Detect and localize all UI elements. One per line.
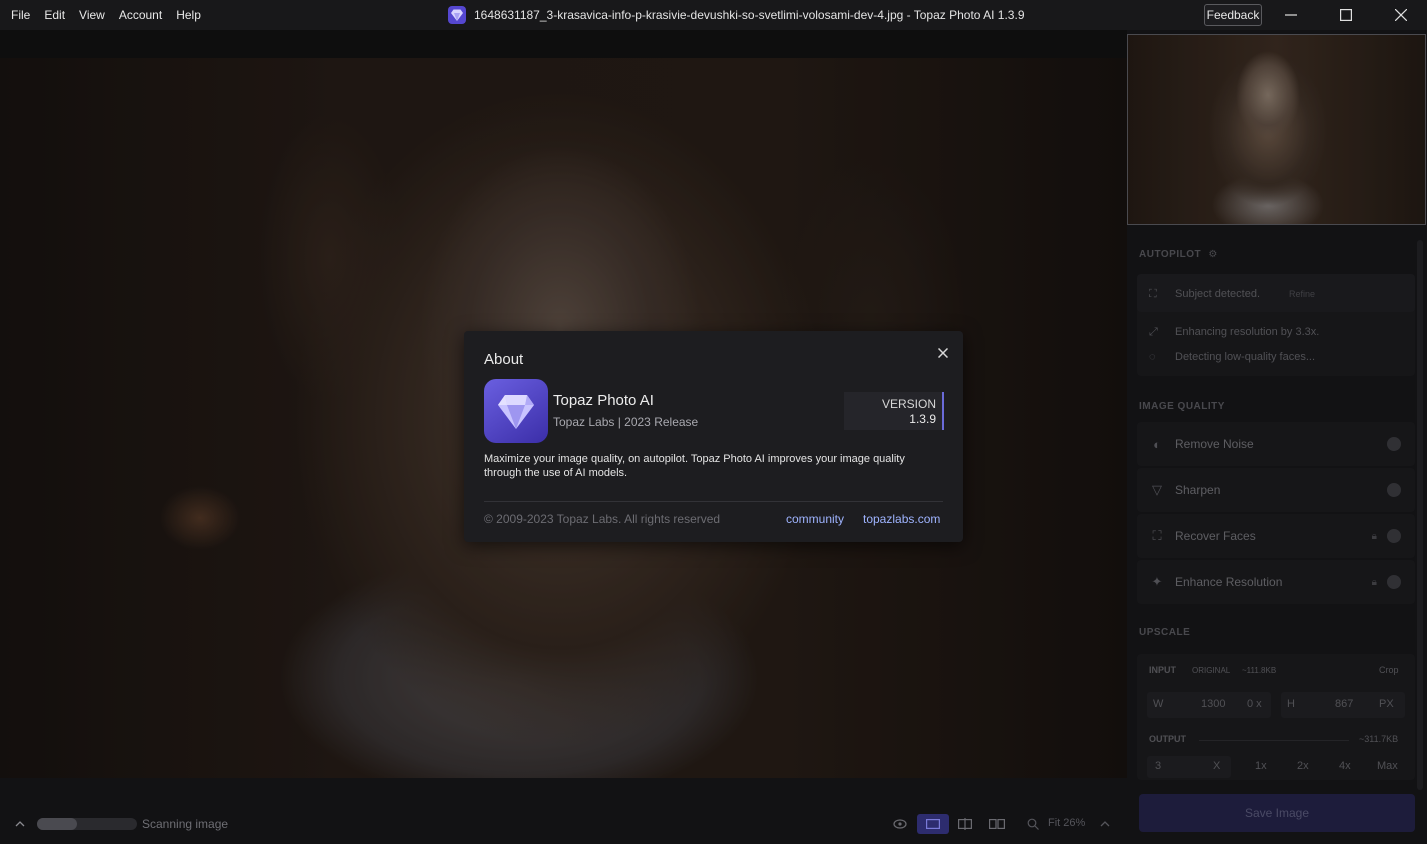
enhance-resolution-toggle[interactable] xyxy=(1387,575,1401,589)
topaz-app-icon xyxy=(484,379,548,443)
lock-icon: 🔒︎ xyxy=(1371,530,1377,542)
scale-label: 0 x xyxy=(1247,698,1262,710)
split-view-icon[interactable] xyxy=(953,814,977,834)
menu-account[interactable]: Account xyxy=(112,0,169,30)
filter-sharpen[interactable]: ▽ Sharpen xyxy=(1137,468,1415,512)
image-quality-title: IMAGE QUALITY xyxy=(1139,401,1225,412)
output-label: OUTPUT xyxy=(1149,734,1186,744)
upscale-title: UPSCALE xyxy=(1139,627,1191,638)
community-link[interactable]: community xyxy=(786,512,844,526)
input-size: ~111.8KB xyxy=(1242,666,1277,675)
app-description: Maximize your image quality, on autopilo… xyxy=(484,453,905,479)
filter-label: Remove Noise xyxy=(1175,437,1254,451)
dialog-title: About xyxy=(484,351,524,368)
upscale-card: INPUT ORIGINAL ~111.8KB Crop W 1300 0 x … xyxy=(1137,654,1415,780)
filter-recover-faces[interactable]: ⛶ Recover Faces 🔒︎ xyxy=(1137,514,1415,558)
about-dialog: About Topaz Photo AI Topaz Labs | 2023 R… xyxy=(464,331,963,542)
menu-edit[interactable]: Edit xyxy=(37,0,72,30)
topaz-photo-ai-window: File Edit View Account Help 1648631187_3… xyxy=(0,0,1427,844)
zoom-icon[interactable] xyxy=(1021,814,1045,834)
maximize-icon xyxy=(1340,9,1352,21)
sharpen-icon: ▽ xyxy=(1152,482,1162,497)
menu-help[interactable]: Help xyxy=(169,0,208,30)
gear-icon[interactable]: ⚙ xyxy=(1208,249,1217,260)
single-view-icon[interactable] xyxy=(917,814,949,834)
width-field[interactable]: W 1300 0 x xyxy=(1147,692,1271,718)
preview-eye-icon[interactable] xyxy=(888,814,912,834)
filter-label: Enhance Resolution xyxy=(1175,575,1283,589)
dialog-close-button[interactable] xyxy=(934,344,952,362)
autopilot-title: AUTOPILOT ⚙ xyxy=(1139,249,1218,260)
scan-progress-fill xyxy=(37,818,77,830)
filter-label: Recover Faces xyxy=(1175,529,1256,543)
copyright-text: © 2009-2023 Topaz Labs. All rights reser… xyxy=(484,512,721,526)
maximize-button[interactable] xyxy=(1323,0,1369,30)
divider xyxy=(484,501,943,502)
menu-file[interactable]: File xyxy=(4,0,37,30)
scale-1x[interactable]: 1x xyxy=(1255,760,1267,772)
crop-button[interactable]: Crop xyxy=(1379,665,1399,675)
minimize-button[interactable] xyxy=(1268,0,1314,30)
topazlabs-link[interactable]: topazlabs.com xyxy=(863,512,940,526)
app-subtitle: Topaz Labs | 2023 Release xyxy=(553,415,699,429)
autopilot-card: ⛶ Subject detected. Refine ⤢ Enhancing r… xyxy=(1137,274,1415,376)
remove-noise-icon: ◐ xyxy=(1153,436,1161,452)
version-label: VERSION xyxy=(881,397,936,411)
version-number: 1.3.9 xyxy=(909,412,936,426)
spinner-icon: ◌ xyxy=(1149,351,1156,363)
scale-2x[interactable]: 2x xyxy=(1297,760,1309,772)
topaz-gem-icon xyxy=(448,6,466,24)
resize-icon: ⤢ xyxy=(1149,326,1158,338)
original-label: ORIGINAL xyxy=(1192,666,1231,675)
app-name: Topaz Photo AI xyxy=(553,392,654,409)
menu-view[interactable]: View xyxy=(72,0,112,30)
panel-scrollbar[interactable] xyxy=(1417,240,1423,790)
sharpen-toggle[interactable] xyxy=(1387,483,1401,497)
close-icon xyxy=(938,348,948,358)
close-icon xyxy=(1395,9,1407,21)
version-box: VERSION 1.3.9 xyxy=(844,392,944,430)
title-bar: File Edit View Account Help 1648631187_3… xyxy=(0,0,1427,30)
side-by-side-icon[interactable] xyxy=(985,814,1009,834)
subject-detected-text: Subject detected. xyxy=(1175,288,1261,300)
scan-progress xyxy=(37,818,137,830)
chevron-up-icon[interactable] xyxy=(8,814,32,834)
diamond-icon xyxy=(498,395,534,429)
scale-max[interactable]: Max xyxy=(1377,760,1398,772)
window-title-text: 1648631187_3-krasavica-info-p-krasivie-d… xyxy=(474,8,1025,22)
navigator-thumbnail[interactable] xyxy=(1127,34,1426,225)
filter-enhance-resolution[interactable]: ✦ Enhance Resolution 🔒︎ xyxy=(1137,560,1415,604)
output-scale-field[interactable]: 3 X xyxy=(1147,756,1231,778)
scale-4x[interactable]: 4x xyxy=(1339,760,1351,772)
window-title: 1648631187_3-krasavica-info-p-krasivie-d… xyxy=(448,0,1025,30)
recover-faces-icon: ⛶ xyxy=(1152,528,1162,543)
status-text: Scanning image xyxy=(142,817,229,831)
subject-detect-icon: ⛶ xyxy=(1149,288,1157,300)
height-field[interactable]: H 867 PX xyxy=(1281,692,1405,718)
output-size: ~311.7KB xyxy=(1359,734,1399,744)
save-image-button[interactable]: Save Image xyxy=(1139,794,1415,832)
refine-button[interactable]: Refine xyxy=(1289,289,1315,299)
filter-label: Sharpen xyxy=(1175,483,1221,497)
right-panel: AUTOPILOT ⚙ ⛶ Subject detected. Refine ⤢… xyxy=(1127,30,1427,844)
remove-noise-toggle[interactable] xyxy=(1387,437,1401,451)
close-window-button[interactable] xyxy=(1378,0,1424,30)
enhancing-text: Enhancing resolution by 3.3x. xyxy=(1175,326,1320,338)
bottom-bar: Scanning image Fit 26% xyxy=(0,804,1127,844)
feedback-button[interactable]: Feedback xyxy=(1204,4,1262,26)
enhance-resolution-icon: ✦ xyxy=(1151,574,1163,589)
zoom-chevron-icon[interactable] xyxy=(1093,814,1117,834)
filter-remove-noise[interactable]: ◐ Remove Noise xyxy=(1137,422,1415,466)
input-label: INPUT xyxy=(1149,665,1176,675)
zoom-level[interactable]: Fit 26% xyxy=(1048,817,1085,829)
lock-icon: 🔒︎ xyxy=(1371,576,1377,588)
minimize-icon xyxy=(1285,14,1297,16)
detecting-faces-text: Detecting low-quality faces... xyxy=(1175,351,1316,363)
menu-bar: File Edit View Account Help xyxy=(0,0,208,30)
recover-faces-toggle[interactable] xyxy=(1387,529,1401,543)
